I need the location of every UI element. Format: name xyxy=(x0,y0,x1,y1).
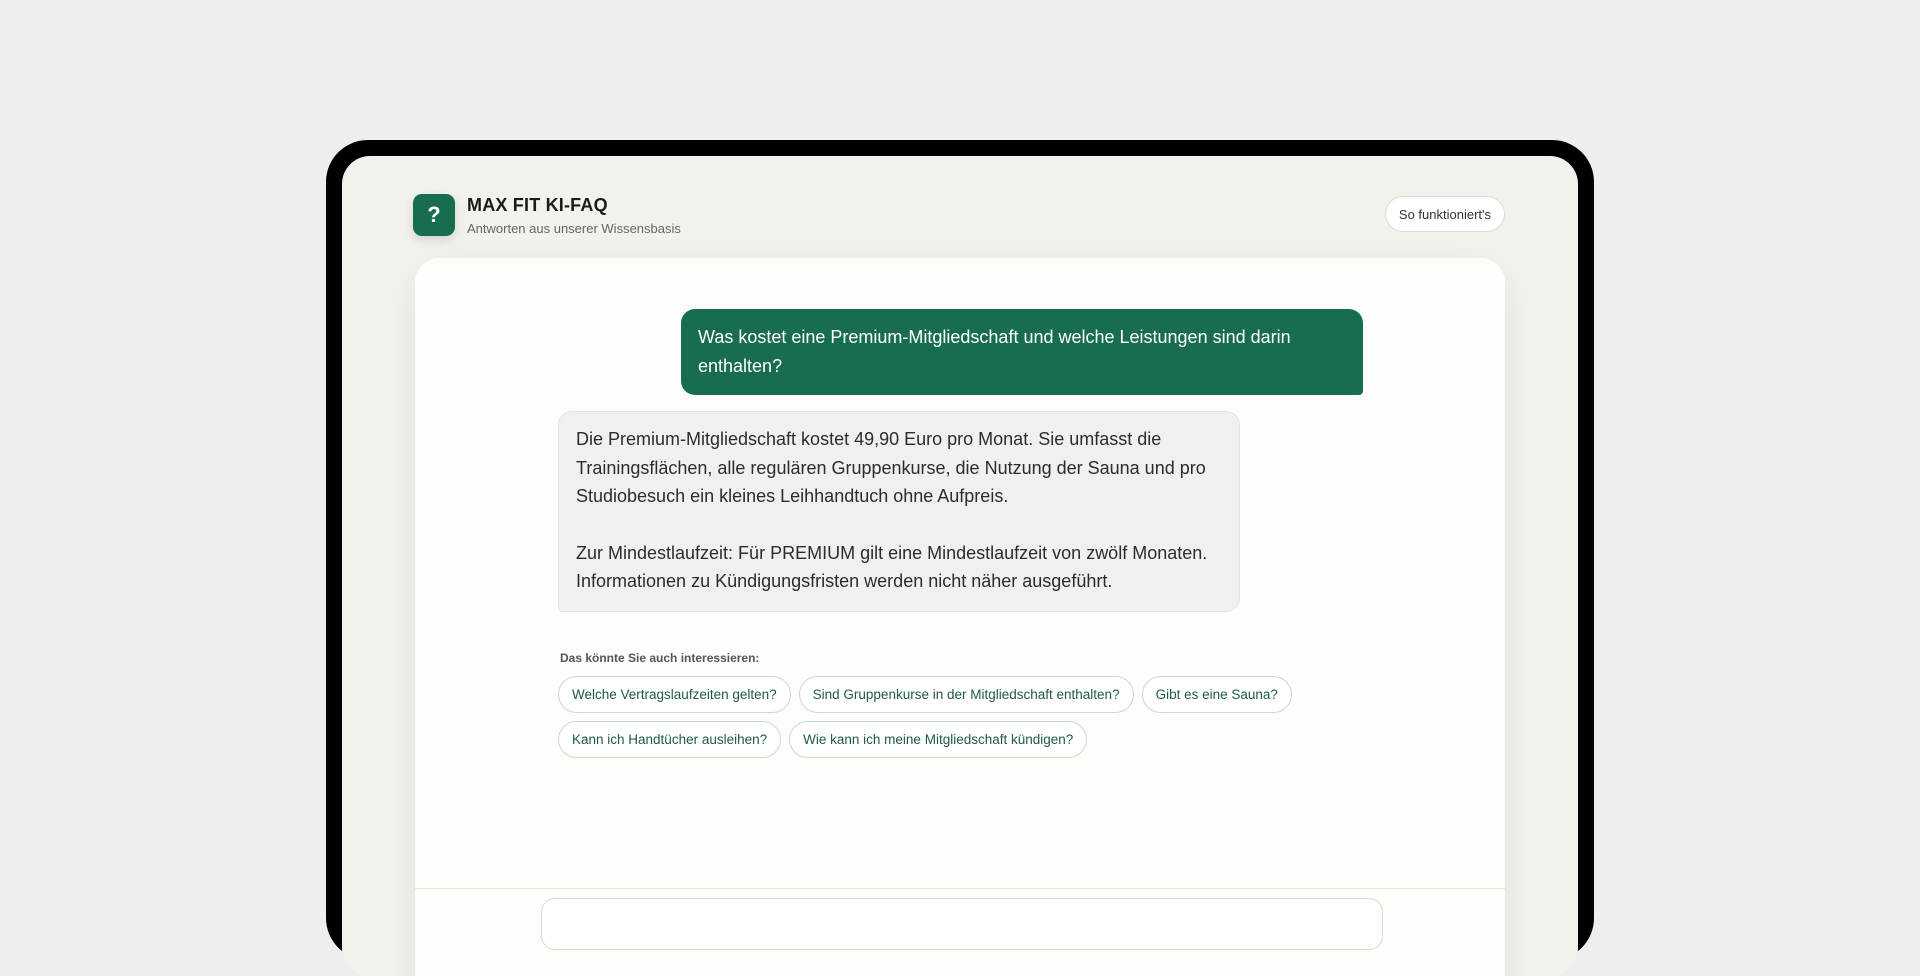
suggestion-chip-sauna[interactable]: Gibt es eine Sauna? xyxy=(1141,676,1292,713)
composer-divider xyxy=(415,888,1505,889)
app-screen: ? MAX FIT KI-FAQ Antworten aus unserer W… xyxy=(342,156,1578,976)
message-input[interactable] xyxy=(541,898,1383,950)
device-frame: ? MAX FIT KI-FAQ Antworten aus unserer W… xyxy=(326,140,1594,976)
app-header: ? MAX FIT KI-FAQ Antworten aus unserer W… xyxy=(413,190,1505,242)
app-title: MAX FIT KI-FAQ xyxy=(467,195,608,215)
bot-message-bubble: Die Premium-Mitgliedschaft kostet 49,90 … xyxy=(558,411,1240,612)
faq-logo-icon: ? xyxy=(413,194,455,236)
suggestion-chip-towels[interactable]: Kann ich Handtücher ausleihen? xyxy=(558,721,782,758)
chat-panel: Was kostet eine Premium-Mitgliedschaft u… xyxy=(415,258,1505,976)
bot-message-paragraph: Die Premium-Mitgliedschaft kostet 49,90 … xyxy=(576,429,1206,506)
how-it-works-button[interactable]: So funktioniert's xyxy=(1384,196,1505,232)
suggestion-chips: Welche Vertragslaufzeiten gelten? Sind G… xyxy=(558,676,1378,758)
app-subtitle: Antworten aus unserer Wissensbasis xyxy=(467,221,681,236)
user-message-bubble: Was kostet eine Premium-Mitgliedschaft u… xyxy=(681,309,1363,395)
suggestions-label: Das könnte Sie auch interessieren: xyxy=(560,651,760,665)
suggestion-chip-cancel[interactable]: Wie kann ich meine Mitgliedschaft kündig… xyxy=(789,721,1088,758)
suggestion-chip-group-classes[interactable]: Sind Gruppenkurse in der Mitgliedschaft … xyxy=(798,676,1134,713)
bot-message-paragraph: Zur Mindestlaufzeit: Für PREMIUM gilt ei… xyxy=(576,542,1208,592)
suggestion-chip-contract-terms[interactable]: Welche Vertragslaufzeiten gelten? xyxy=(558,676,791,713)
